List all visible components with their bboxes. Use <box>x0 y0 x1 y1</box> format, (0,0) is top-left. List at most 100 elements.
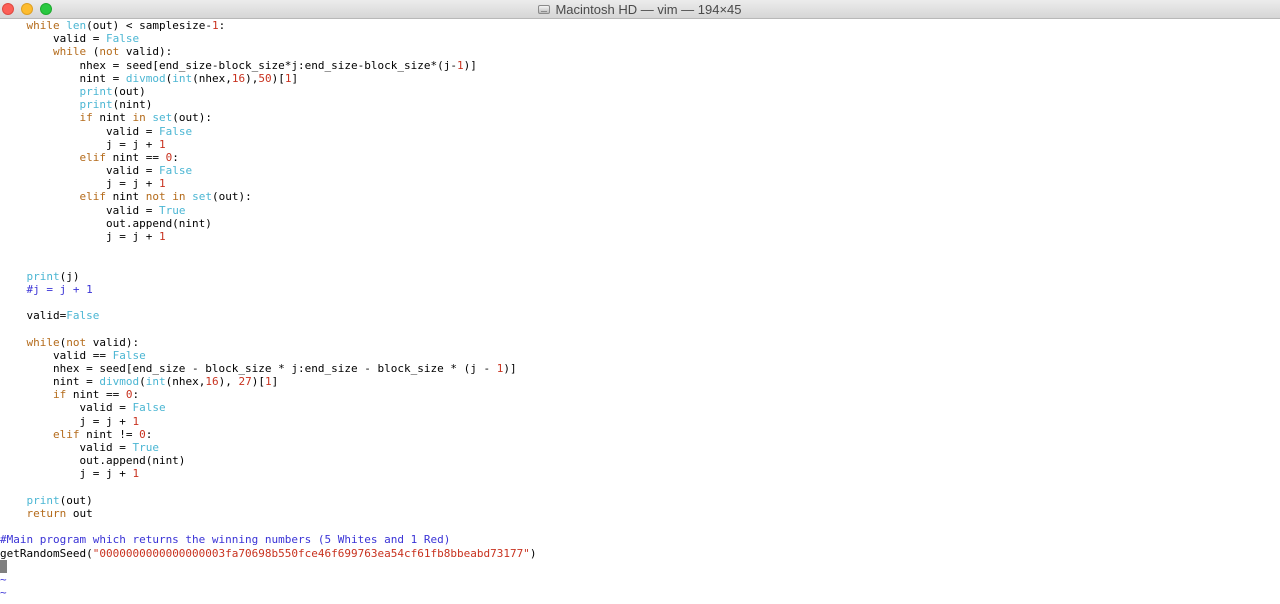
code-token: )] <box>503 361 517 375</box>
code-token: (out) < samplesize- <box>86 19 212 32</box>
code-line[interactable]: valid = False <box>0 401 1280 414</box>
code-token: nint == <box>105 150 166 164</box>
code-token: 1 <box>158 137 166 151</box>
code-line[interactable]: nint = divmod(int(nhex,16), 27)[1] <box>0 375 1280 388</box>
code-line[interactable]: ~ <box>0 573 1280 586</box>
code-token: print <box>26 493 60 507</box>
code-line[interactable] <box>0 296 1280 309</box>
code-line[interactable]: valid = False <box>0 125 1280 138</box>
code-token: nint != <box>79 427 140 441</box>
code-line[interactable]: print(out) <box>0 494 1280 507</box>
code-line[interactable]: out.append(nint) <box>0 217 1280 230</box>
code-line[interactable] <box>0 559 1280 573</box>
code-token: 1 <box>158 230 166 243</box>
code-line[interactable]: j = j + 1 <box>0 177 1280 190</box>
code-token: j = j + <box>0 414 133 428</box>
code-line[interactable] <box>0 520 1280 533</box>
code-token: (out): <box>172 111 212 125</box>
code-token: (nhex, <box>165 375 206 389</box>
code-line[interactable]: out.append(nint) <box>0 454 1280 467</box>
code-line[interactable]: valid = True <box>0 204 1280 217</box>
code-token: elif <box>79 150 106 164</box>
code-line[interactable]: if nint in set(out): <box>0 111 1280 124</box>
code-line[interactable]: valid=False <box>0 309 1280 322</box>
code-line[interactable]: elif nint not in set(out): <box>0 190 1280 203</box>
code-token: ) <box>529 546 537 560</box>
code-line[interactable]: if nint == 0: <box>0 388 1280 401</box>
code-token: True <box>132 441 159 454</box>
code-token: False <box>158 124 193 138</box>
code-token: 1 <box>456 58 464 72</box>
code-token: nhex = seed[end_size-block_size*j:end_si… <box>0 58 457 72</box>
code-token: 16 <box>205 375 219 389</box>
code-line[interactable]: #j = j + 1 <box>0 283 1280 296</box>
code-line[interactable]: return out <box>0 507 1280 520</box>
code-line[interactable] <box>0 256 1280 269</box>
code-line[interactable]: nhex = seed[end_size-block_size*j:end_si… <box>0 59 1280 72</box>
code-token: False <box>112 348 146 362</box>
code-line[interactable]: print(j) <box>0 270 1280 283</box>
title-bar[interactable]: Macintosh HD — vim — 194×45 <box>0 0 1280 19</box>
code-token: 16 <box>231 71 246 85</box>
code-token: : <box>132 388 140 402</box>
code-token: )[ <box>271 71 285 85</box>
code-line[interactable]: valid == False <box>0 349 1280 362</box>
code-line[interactable]: print(nint) <box>0 98 1280 111</box>
code-line[interactable]: elif nint != 0: <box>0 428 1280 441</box>
code-token: set <box>192 190 212 204</box>
code-token: 1 <box>132 414 140 428</box>
code-token: print <box>26 269 60 283</box>
code-token: if <box>52 388 67 402</box>
code-line[interactable]: nhex = seed[end_size - block_size * j:en… <box>0 362 1280 375</box>
code-token: ( <box>86 45 100 59</box>
code-token: getRandomSeed( <box>0 546 93 560</box>
code-line[interactable]: valid = False <box>0 164 1280 177</box>
code-token: : <box>145 427 153 441</box>
code-token: 1 <box>211 19 219 32</box>
code-token: not <box>99 45 120 59</box>
code-line[interactable]: print(out) <box>0 85 1280 98</box>
code-token: (j) <box>59 269 80 283</box>
code-line[interactable]: elif nint == 0: <box>0 151 1280 164</box>
code-token: : <box>218 19 226 32</box>
code-line[interactable] <box>0 481 1280 494</box>
code-token: len <box>66 19 87 32</box>
code-line[interactable]: while(not valid): <box>0 336 1280 349</box>
code-token: nint <box>92 111 133 125</box>
code-token: in <box>132 111 146 125</box>
code-line[interactable]: j = j + 1 <box>0 415 1280 428</box>
code-token: 1 <box>264 375 272 389</box>
code-line[interactable]: ~ <box>0 586 1280 599</box>
code-line[interactable]: #Main program which returns the winning … <box>0 533 1280 546</box>
code-token: j = j + <box>0 137 159 151</box>
code-line[interactable] <box>0 322 1280 335</box>
code-token: valid = <box>0 441 133 454</box>
code-token: if <box>79 111 93 125</box>
code-token: elif <box>52 427 80 441</box>
code-token: return <box>26 506 67 520</box>
code-token: #j = j + 1 <box>0 282 93 296</box>
code-line[interactable]: getRandomSeed("0000000000000000003fa7069… <box>0 547 1280 560</box>
code-line[interactable]: j = j + 1 <box>0 467 1280 480</box>
empty-line-marker: ~ <box>0 586 7 600</box>
code-line[interactable] <box>0 243 1280 256</box>
code-line[interactable]: while len(out) < samplesize-1: <box>0 19 1280 32</box>
code-token: out.append(nint) <box>0 454 186 468</box>
code-line[interactable]: nint = divmod(int(nhex,16),50)[1] <box>0 72 1280 85</box>
code-token: 1 <box>158 177 166 191</box>
code-line[interactable]: j = j + 1 <box>0 138 1280 151</box>
code-token: False <box>158 164 193 178</box>
code-token: valid == <box>0 348 113 362</box>
code-line[interactable]: while (not valid): <box>0 45 1280 58</box>
code-token: (out): <box>211 190 252 204</box>
code-line[interactable]: valid = False <box>0 32 1280 45</box>
code-line[interactable]: j = j + 1 <box>0 230 1280 243</box>
code-line[interactable]: valid = True <box>0 441 1280 454</box>
empty-line-marker: ~ <box>0 572 7 586</box>
code-token: 0 <box>139 427 146 441</box>
vim-editor-buffer[interactable]: while len(out) < samplesize-1: valid = F… <box>0 19 1280 604</box>
code-token: ), <box>218 375 239 389</box>
